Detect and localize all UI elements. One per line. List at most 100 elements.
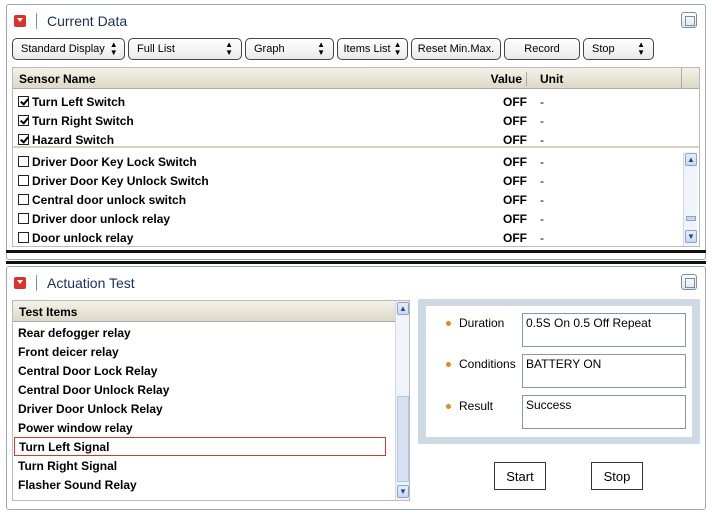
sensor-scrollbar[interactable]: ▲ ▼ <box>683 152 697 246</box>
scroll-down-icon[interactable]: ▼ <box>685 230 697 243</box>
spinner-icon: ▲ ▼ <box>317 40 325 57</box>
reset-min-max-button[interactable]: Reset Min.Max. <box>411 38 501 60</box>
sensor-unit: - <box>540 113 544 128</box>
checkbox-icon[interactable] <box>18 115 29 126</box>
collapse-icon[interactable] <box>14 277 26 289</box>
result-label-text: Result <box>459 399 494 413</box>
table-row[interactable]: Turn Left Switch OFF - <box>13 92 544 111</box>
test-info-box: Duration 0.5S On 0.5 Off Repeat Conditio… <box>418 299 700 444</box>
table-row[interactable]: Driver Door Key Unlock Switch OFF - <box>13 171 544 190</box>
test-items-scrollbar[interactable]: ▲ ▼ <box>395 301 409 500</box>
bullet-icon <box>446 320 451 326</box>
sensor-value: OFF <box>503 173 527 188</box>
table-row[interactable]: Central door unlock switch OFF - <box>13 190 544 209</box>
sensor-value: OFF <box>503 230 527 245</box>
sensor-value: OFF <box>503 113 527 128</box>
current-data-header: Current Data <box>14 9 127 33</box>
sensor-value: OFF <box>503 94 527 109</box>
result-field: Success <box>522 395 686 429</box>
checkbox-icon[interactable] <box>18 232 29 243</box>
list-item[interactable]: Front deicer relay <box>14 342 386 361</box>
checkbox-icon[interactable] <box>18 96 29 107</box>
list-item[interactable]: Power window relay <box>14 418 386 437</box>
actuation-test-title: Actuation Test <box>47 275 135 291</box>
bullet-icon <box>446 361 451 367</box>
list-item[interactable]: Driver Door Unlock Relay <box>14 399 386 418</box>
unchecked-rows: Driver Door Key Lock Switch OFF - Driver… <box>13 152 699 246</box>
maximize-icon[interactable] <box>681 274 697 290</box>
record-button[interactable]: Record <box>504 38 580 60</box>
bullet-icon <box>446 403 451 409</box>
sensor-value: OFF <box>503 192 527 207</box>
items-list-select-label: Items List <box>343 43 391 55</box>
start-button[interactable]: Start <box>494 462 546 490</box>
scroll-up-icon[interactable]: ▲ <box>685 153 697 166</box>
collapse-icon[interactable] <box>14 15 26 27</box>
sensor-name: Driver Door Key Unlock Switch <box>32 173 209 188</box>
list-select[interactable]: Full List ▲ ▼ <box>128 38 242 60</box>
checkbox-icon[interactable] <box>18 156 29 167</box>
conditions-field: BATTERY ON <box>522 354 686 388</box>
scroll-thumb[interactable] <box>686 216 696 221</box>
column-test-items[interactable]: Test Items <box>19 305 77 319</box>
sensor-unit: - <box>540 230 544 245</box>
result-label: Result <box>446 399 493 413</box>
scroll-thumb[interactable] <box>397 396 409 482</box>
header-separator <box>36 275 37 291</box>
list-item[interactable]: Turn Right Signal <box>14 456 386 475</box>
sensor-value: OFF <box>503 154 527 169</box>
display-select[interactable]: Standard Display ▲ ▼ <box>12 38 125 60</box>
graph-select-label: Graph <box>254 43 285 55</box>
spinner-icon: ▲ ▼ <box>393 40 402 57</box>
sensor-name: Central door unlock switch <box>32 192 187 207</box>
spinner-icon: ▲ ▼ <box>637 40 645 57</box>
header-separator <box>36 13 37 29</box>
sensor-value: OFF <box>503 132 527 147</box>
sensor-name: Turn Right Switch <box>32 113 134 128</box>
column-sensor-name[interactable]: Sensor Name <box>19 72 96 86</box>
table-row[interactable]: Door unlock relay OFF - <box>13 228 544 247</box>
graph-select[interactable]: Graph ▲ ▼ <box>245 38 334 60</box>
list-item[interactable]: Flasher Sound Relay <box>14 475 386 494</box>
column-unit[interactable]: Unit <box>540 72 563 86</box>
list-item[interactable]: Rear defogger relay <box>14 323 386 342</box>
table-row[interactable]: Driver Door Key Lock Switch OFF - <box>13 152 544 171</box>
table-row[interactable]: Driver door unlock relay OFF - <box>13 209 544 228</box>
stop-select[interactable]: Stop ▲ ▼ <box>583 38 654 60</box>
sensor-name: Door unlock relay <box>32 230 134 245</box>
test-info-inner: Duration 0.5S On 0.5 Off Repeat Conditio… <box>426 306 692 437</box>
current-data-toolbar: Standard Display ▲ ▼ Full List ▲ ▼ Graph ▲… <box>12 38 657 62</box>
test-items-header: Test Items <box>13 301 395 322</box>
sensor-table: Sensor Name Value Unit Turn Left Switch … <box>12 67 700 247</box>
sensor-name: Driver door unlock relay <box>32 211 171 226</box>
panel-divider <box>6 261 706 264</box>
checkbox-icon[interactable] <box>18 175 29 186</box>
conditions-label-text: Conditions <box>459 357 516 371</box>
sensor-unit: - <box>540 211 544 226</box>
display-select-label: Standard Display <box>21 43 105 55</box>
column-divider <box>681 68 682 89</box>
table-row[interactable]: Turn Right Switch OFF - <box>13 111 544 130</box>
sensor-unit: - <box>540 154 544 169</box>
table-row[interactable]: Hazard Switch OFF - <box>13 130 544 149</box>
duration-field: 0.5S On 0.5 Off Repeat <box>522 313 686 347</box>
checkbox-icon[interactable] <box>18 213 29 224</box>
sensor-name: Hazard Switch <box>32 132 115 147</box>
actuation-test-header: Actuation Test <box>14 271 135 295</box>
maximize-icon[interactable] <box>681 12 697 28</box>
sensor-unit: - <box>540 94 544 109</box>
sensor-unit: - <box>540 173 544 188</box>
scroll-down-icon[interactable]: ▼ <box>397 485 409 498</box>
list-item-selected[interactable]: Turn Left Signal <box>14 437 386 456</box>
list-item[interactable]: Central Door Unlock Relay <box>14 380 386 399</box>
checkbox-icon[interactable] <box>18 134 29 145</box>
stop-button[interactable]: Stop <box>591 462 643 490</box>
checkbox-icon[interactable] <box>18 194 29 205</box>
current-data-title: Current Data <box>47 13 128 29</box>
scroll-up-icon[interactable]: ▲ <box>397 302 409 315</box>
sensor-name: Turn Left Switch <box>32 94 126 109</box>
items-list-select[interactable]: Items List ▲ ▼ <box>337 38 408 60</box>
column-value[interactable]: Value <box>482 72 527 86</box>
list-item[interactable]: Central Door Lock Relay <box>14 361 386 380</box>
sensor-unit: - <box>540 132 544 147</box>
